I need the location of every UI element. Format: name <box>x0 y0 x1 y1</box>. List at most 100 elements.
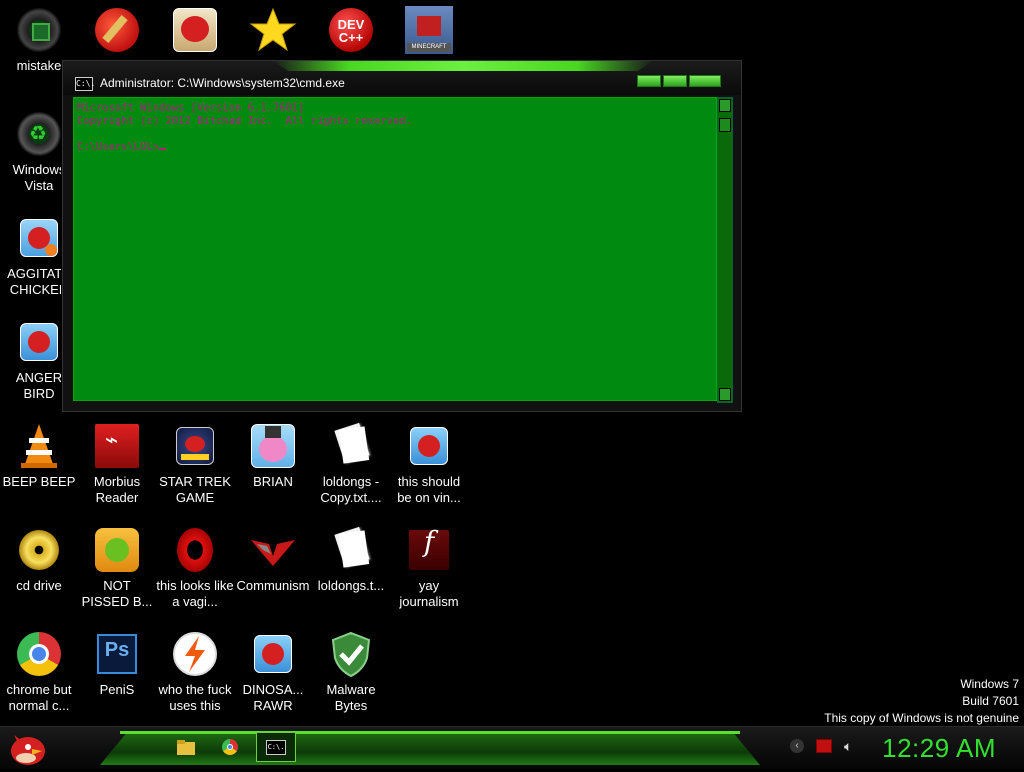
desktop-icon-minecraft[interactable]: MINECRAFT <box>390 6 468 58</box>
cmd-window[interactable]: C:\. Administrator: C:\Windows\system32\… <box>62 60 742 412</box>
watermark-os: Windows 7 <box>960 677 1019 691</box>
bad-piggies-icon <box>93 526 141 574</box>
eagle-emblem-icon <box>249 526 297 574</box>
chrome-icon <box>15 630 63 678</box>
show-hidden-icon[interactable]: ‹ <box>790 739 804 753</box>
volume-icon[interactable]: 🔈︎ <box>844 739 852 753</box>
ccleaner-icon <box>93 6 141 54</box>
desktop-icon-not-pissed[interactable]: NOT PISSED B... <box>78 526 156 610</box>
desktop-icon-label: STAR TREK GAME <box>159 474 231 505</box>
desktop-icon-star[interactable] <box>234 6 312 58</box>
taskbar-explorer[interactable] <box>172 735 200 759</box>
scroll-up-button[interactable] <box>719 99 731 112</box>
titlebar-glow <box>273 61 653 71</box>
angry-birds-icon <box>15 318 63 366</box>
pdf-reader-icon: ⌁ <box>93 422 141 470</box>
angry-birds-seasons-icon <box>171 6 219 54</box>
vertical-scrollbar[interactable] <box>717 97 733 403</box>
console-area[interactable]: Microsoft Windows [Version 6.1.7601] Cop… <box>73 97 717 401</box>
close-button[interactable] <box>689 75 721 87</box>
desktop-icon-loldongs[interactable]: loldongs.t... <box>312 526 390 594</box>
desktop-icon-beep-beep[interactable]: BEEP BEEP <box>0 422 78 490</box>
dev-cpp-text: DEV C++ <box>337 17 365 45</box>
desktop-icon-who-the[interactable]: who the fuck uses this <box>156 630 234 714</box>
desktop-icon-label: yay journalism <box>399 578 459 609</box>
desktop-icon-loldongs-copy[interactable]: loldongs - Copy.txt.... <box>312 422 390 506</box>
desktop-icon-yay-journalism[interactable]: f yay journalism <box>390 526 468 610</box>
desktop-icon-label: DINOSA... RAWR <box>242 682 304 713</box>
desktop-icon-label: loldongs.t... <box>317 578 385 593</box>
windows-watermark: Windows 7 Build 7601 This copy of Window… <box>824 676 1019 727</box>
desktop-icon-devcpp[interactable]: DEV C++ <box>312 6 390 58</box>
taskbar-clock[interactable]: 12:29 AM <box>882 733 996 764</box>
desktop-icon-seasons[interactable] <box>156 6 234 58</box>
desktop-icon-malware[interactable]: Malware Bytes <box>312 630 390 714</box>
minecraft-icon: MINECRAFT <box>405 6 453 54</box>
text-file-icon <box>327 526 375 574</box>
desktop-icon-label: PeniS <box>99 682 135 697</box>
system-tray: ‹ 🔈︎ <box>790 739 852 753</box>
desktop-icon-label: this looks like a vagi... <box>156 578 234 609</box>
desktop-icon-label: loldongs - Copy.txt.... <box>320 474 382 505</box>
desktop-icon-penis[interactable]: Ps PeniS <box>78 630 156 698</box>
desktop-icon-label: NOT PISSED B... <box>81 578 153 609</box>
desktop-icon-communism[interactable]: Communism <box>234 526 312 594</box>
flash-icon: f <box>405 526 453 574</box>
desktop-icon-brian[interactable]: BRIAN <box>234 422 312 490</box>
taskbar: C:\. ‹ 🔈︎ 12:29 AM <box>0 726 1024 769</box>
scroll-thumb[interactable] <box>719 118 731 132</box>
desktop-icon-label: this should be on vin... <box>397 474 461 505</box>
angry-birds-icon <box>249 630 297 678</box>
angry-birds-icon <box>405 422 453 470</box>
desktop-icon-label: who the fuck uses this <box>158 682 232 713</box>
desktop-icon-chrome[interactable]: chrome but normal c... <box>0 630 78 714</box>
angry-birds-rio-icon <box>15 214 63 262</box>
photoshop-icon: Ps <box>93 630 141 678</box>
shield-check-icon <box>327 630 375 678</box>
desktop-icon-dinosa[interactable]: DINOSA... RAWR <box>234 630 312 714</box>
desktop-icon-morbius[interactable]: ⌁ Morbius Reader <box>78 422 156 506</box>
cmd-icon: C:\. <box>75 77 95 91</box>
vlc-cone-icon <box>15 422 63 470</box>
scroll-down-button[interactable] <box>719 388 731 401</box>
cmd-icon: C:\. <box>266 739 286 755</box>
console-cursor <box>159 148 167 150</box>
opera-icon <box>171 526 219 574</box>
folder-icon <box>177 740 195 755</box>
desktop-icon-ccleaner[interactable] <box>78 6 156 58</box>
angry-birds-star-wars-icon <box>171 422 219 470</box>
maximize-button[interactable] <box>663 75 687 87</box>
recycle-bin-icon: ♻ <box>15 110 63 158</box>
start-button[interactable] <box>6 729 48 767</box>
window-controls <box>637 75 721 87</box>
minecraft-text: MINECRAFT <box>407 43 451 52</box>
desktop-icon-label: BRIAN <box>253 474 293 489</box>
desktop-icon-this-looks[interactable]: this looks like a vagi... <box>156 526 234 610</box>
desktop-icon-label: chrome but normal c... <box>6 682 72 713</box>
green-orb-icon <box>15 6 63 54</box>
bird-icon <box>249 422 297 470</box>
watermark-genuine: This copy of Windows is not genuine <box>824 711 1019 725</box>
desktop-icon-label: Morbius Reader <box>93 474 141 505</box>
angry-bird-start-icon <box>11 735 45 765</box>
minimize-button[interactable] <box>637 75 661 87</box>
desktop-icon-label: Malware Bytes <box>326 682 376 713</box>
desktop-icon-this-should[interactable]: this should be on vin... <box>390 422 468 506</box>
watermark-build: Build 7601 <box>962 694 1019 708</box>
dev-cpp-icon: DEV C++ <box>327 6 375 54</box>
desktop-icon-label: cd drive <box>16 578 62 593</box>
console-prompt: C:\Users\LOL> <box>77 141 160 153</box>
taskbar-chrome[interactable] <box>216 735 244 759</box>
taskbar-cmd[interactable]: C:\. <box>256 732 296 762</box>
text-file-icon <box>327 422 375 470</box>
desktop-icon-label: BEEP BEEP <box>2 474 76 489</box>
chrome-icon <box>222 739 238 755</box>
flash-letter: f <box>423 525 435 558</box>
flag-icon[interactable] <box>816 739 832 753</box>
console-line-version: Microsoft Windows [Version 6.1.7601] <box>77 102 305 114</box>
cmd-titlebar[interactable]: C:\. Administrator: C:\Windows\system32\… <box>63 61 741 95</box>
photoshop-text: Ps <box>104 639 130 661</box>
desktop-icon-cd-drive[interactable]: cd drive <box>0 526 78 594</box>
cmd-title: Administrator: C:\Windows\system32\cmd.e… <box>100 76 345 90</box>
desktop-icon-startrek[interactable]: STAR TREK GAME <box>156 422 234 506</box>
